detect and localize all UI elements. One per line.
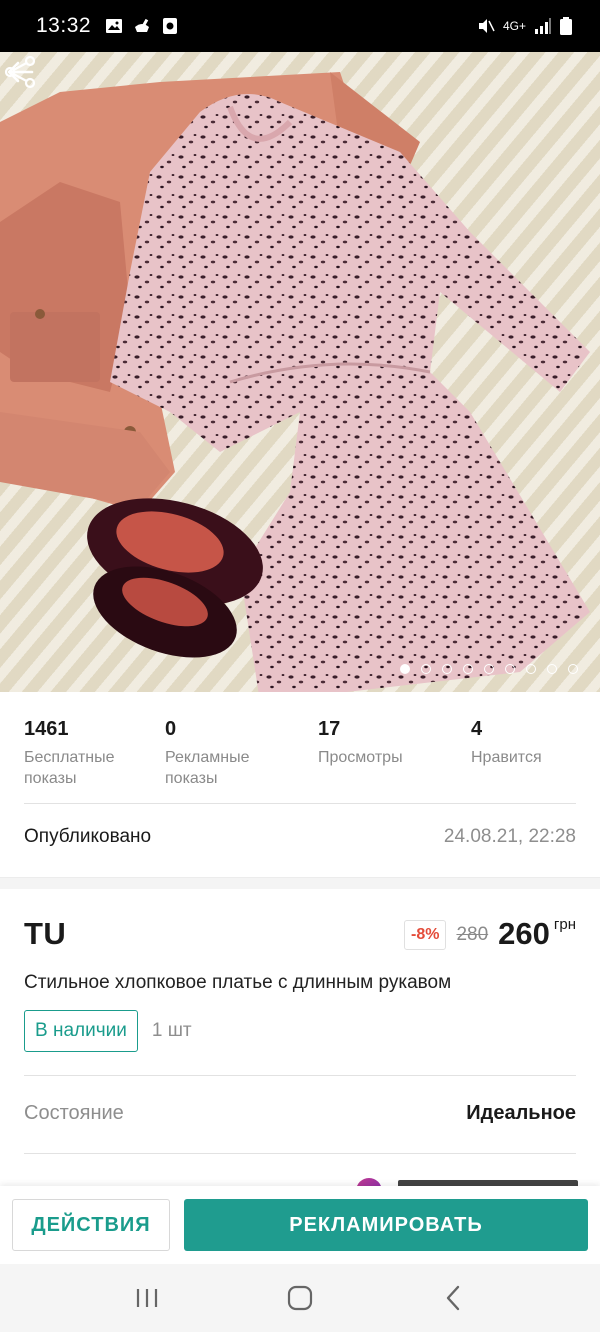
stat-likes: 4 Нравится: [471, 718, 542, 768]
network-type-label: 4G+: [502, 19, 526, 33]
in-stock-badge: В наличии: [24, 1010, 138, 1052]
stat-label: Бесплатные показы: [24, 749, 115, 787]
condition-value: Идеальное: [466, 1102, 576, 1124]
signal-icon: [535, 18, 551, 34]
recent-apps-button[interactable]: [127, 1278, 167, 1318]
stat-label: Нравится: [471, 749, 542, 766]
stat-views: 17 Просмотры: [318, 718, 403, 768]
gallery-dot[interactable]: [568, 664, 578, 674]
product-brand: TU: [24, 916, 67, 951]
back-button[interactable]: [433, 1278, 473, 1318]
battery-icon: [560, 17, 572, 35]
gallery-dot[interactable]: [442, 664, 452, 674]
listing-stats: 1461 Бесплатные показы 0 Рекламные показ…: [24, 718, 576, 804]
status-time: 13:32: [36, 14, 92, 37]
divider: [24, 1153, 576, 1154]
bottom-action-bar: ДЕЙСТВИЯ РЕКЛАМИРОВАТЬ: [0, 1186, 600, 1264]
gallery-dot[interactable]: [505, 664, 515, 674]
status-bar: 13:32 4G+: [0, 0, 600, 52]
condition-row: Состояние Идеальное: [24, 1102, 576, 1125]
home-button[interactable]: [280, 1278, 320, 1318]
stat-free-impressions: 1461 Бесплатные показы: [24, 718, 115, 789]
app-notification-icon: [163, 18, 178, 34]
old-price: 280: [456, 924, 489, 945]
published-label: Опубликовано: [24, 826, 152, 847]
condition-label: Состояние: [24, 1102, 124, 1124]
share-icon[interactable]: [0, 52, 40, 92]
product-photo[interactable]: [0, 52, 600, 692]
recent-apps-icon: [136, 1289, 157, 1307]
discount-badge: -8%: [404, 920, 447, 950]
home-icon: [287, 1285, 313, 1311]
gallery-dot[interactable]: [421, 664, 431, 674]
stat-value: 0: [165, 718, 177, 740]
product-title: Стильное хлопковое платье с длинным рука…: [24, 972, 452, 993]
mute-icon: [478, 19, 495, 33]
cleaner-notification-icon: [135, 18, 150, 32]
quantity-label: 1 шт: [151, 1020, 192, 1041]
gallery-dot[interactable]: [400, 664, 410, 674]
currency-label: грн: [553, 916, 576, 933]
gallery-notification-icon: [106, 19, 123, 33]
gallery-dot[interactable]: [463, 664, 473, 674]
stat-label: Рекламные показы: [165, 749, 250, 787]
actions-button[interactable]: ДЕЙСТВИЯ: [12, 1199, 170, 1251]
stat-label: Просмотры: [318, 749, 403, 766]
back-chevron-icon: [447, 1285, 460, 1311]
gallery-dot[interactable]: [484, 664, 494, 674]
divider: [24, 1075, 576, 1076]
published-date: 24.08.21, 22:28: [443, 826, 576, 847]
section-separator: [0, 877, 600, 889]
stat-value: 1461: [24, 718, 69, 740]
gallery-dot[interactable]: [526, 664, 536, 674]
price-block: -8% 280 260 грн: [404, 914, 576, 952]
stat-paid-impressions: 0 Рекламные показы: [165, 718, 250, 789]
current-price: 260: [498, 916, 550, 951]
promote-button[interactable]: РЕКЛАМИРОВАТЬ: [184, 1199, 588, 1251]
gallery-dot[interactable]: [547, 664, 557, 674]
stock-row: В наличии 1 шт: [24, 1010, 192, 1052]
stat-value: 17: [318, 718, 341, 740]
gallery-pagination: [400, 664, 578, 674]
stat-value: 4: [471, 718, 483, 740]
product-photo-illustration: [0, 72, 590, 692]
published-row: Опубликовано 24.08.21, 22:28: [24, 826, 576, 848]
system-navigation-bar: [0, 1264, 600, 1332]
